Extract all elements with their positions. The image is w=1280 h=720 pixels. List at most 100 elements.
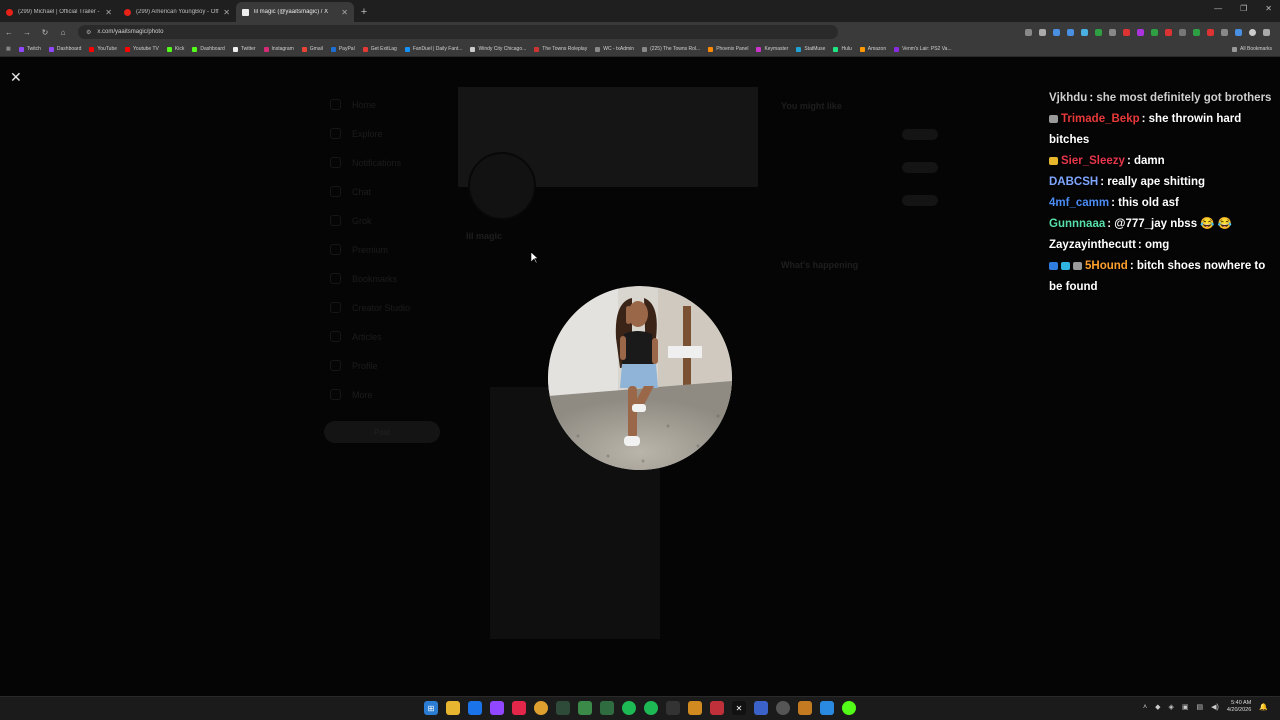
bookmark-item[interactable]: Gmail bbox=[301, 46, 323, 52]
follow-button[interactable] bbox=[902, 129, 938, 140]
address-bar[interactable]: ⚙ x.com/yaaitsmagic/photo bbox=[78, 25, 838, 39]
chat-icon[interactable] bbox=[330, 186, 341, 197]
tray-icon[interactable]: ▣ bbox=[1182, 703, 1189, 711]
nav-creator-studio[interactable]: Creator Studio bbox=[352, 303, 410, 313]
bookmark-item[interactable]: Instagram bbox=[263, 46, 294, 52]
premium-icon[interactable] bbox=[330, 244, 341, 255]
windows-start-icon[interactable]: ⊞ bbox=[424, 701, 438, 715]
app-icon[interactable] bbox=[622, 701, 636, 715]
close-tab-icon[interactable]: ✕ bbox=[105, 8, 112, 17]
app-icon[interactable] bbox=[578, 701, 592, 715]
bookmark-item[interactable]: Get ExitLag bbox=[362, 46, 397, 52]
browser-tab-active[interactable]: lil magic (@yaaitsmagic) / X ✕ bbox=[236, 2, 354, 22]
minimize-icon[interactable]: — bbox=[1214, 4, 1222, 13]
home-icon[interactable]: ⌂ bbox=[54, 28, 72, 37]
nav-more[interactable]: More bbox=[352, 390, 373, 400]
extension-icon[interactable] bbox=[1151, 28, 1158, 36]
all-bookmarks[interactable]: All Bookmarks bbox=[1232, 46, 1272, 52]
close-window-icon[interactable]: ✕ bbox=[1265, 4, 1272, 13]
grok-icon[interactable] bbox=[330, 215, 341, 226]
app-icon[interactable] bbox=[842, 701, 856, 715]
star-icon[interactable] bbox=[1039, 28, 1046, 36]
bookmark-item[interactable]: Kick bbox=[166, 46, 184, 52]
bookmark-item[interactable]: Twitter bbox=[232, 46, 256, 52]
app-icon[interactable] bbox=[600, 701, 614, 715]
extension-icon[interactable] bbox=[1053, 28, 1060, 36]
app-icon[interactable] bbox=[710, 701, 724, 715]
reload-icon[interactable]: ↻ bbox=[36, 28, 54, 37]
follow-button[interactable] bbox=[902, 195, 938, 206]
app-icon[interactable] bbox=[666, 701, 680, 715]
app-icon[interactable] bbox=[754, 701, 768, 715]
bookmark-item[interactable]: Twitch bbox=[18, 46, 41, 52]
extension-icon[interactable] bbox=[1207, 28, 1214, 36]
menu-icon[interactable] bbox=[1263, 28, 1270, 36]
nav-premium[interactable]: Premium bbox=[352, 245, 388, 255]
nav-chat[interactable]: Chat bbox=[352, 187, 371, 197]
nav-bookmarks[interactable]: Bookmarks bbox=[352, 274, 397, 284]
x-icon[interactable]: ✕ bbox=[732, 701, 746, 715]
maximize-icon[interactable]: ❐ bbox=[1240, 4, 1247, 13]
bookmark-item[interactable]: The Towns Roleplay bbox=[534, 46, 587, 52]
nav-articles[interactable]: Articles bbox=[352, 332, 382, 342]
volume-icon[interactable]: ◀) bbox=[1211, 703, 1219, 711]
search-icon[interactable] bbox=[330, 128, 341, 139]
new-tab-button[interactable]: + bbox=[354, 2, 374, 22]
bookmark-icon[interactable] bbox=[330, 273, 341, 284]
close-tab-icon[interactable]: ✕ bbox=[341, 8, 348, 17]
file-explorer-icon[interactable] bbox=[446, 701, 460, 715]
forward-icon[interactable]: → bbox=[18, 28, 36, 37]
browser-tab[interactable]: (299) American YoungBoy - Offi ✕ bbox=[118, 2, 236, 22]
extension-icon[interactable] bbox=[1165, 28, 1172, 36]
bell-icon[interactable] bbox=[330, 157, 341, 168]
nav-profile[interactable]: Profile bbox=[352, 361, 378, 371]
app-icon[interactable] bbox=[512, 701, 526, 715]
extension-icon[interactable] bbox=[1235, 28, 1242, 36]
store-icon[interactable] bbox=[468, 701, 482, 715]
more-icon[interactable] bbox=[330, 389, 341, 400]
nav-grok[interactable]: Grok bbox=[352, 216, 372, 226]
extension-icon[interactable] bbox=[1193, 28, 1200, 36]
bookmark-item[interactable]: YouTube bbox=[89, 46, 117, 52]
tray-icon[interactable]: ◈ bbox=[1168, 703, 1173, 711]
apps-icon[interactable]: ▦ bbox=[6, 46, 11, 52]
bookmark-item[interactable]: Youtube TV bbox=[125, 46, 159, 52]
bookmark-item[interactable]: Hulu bbox=[833, 46, 852, 52]
app-icon[interactable] bbox=[688, 701, 702, 715]
app-icon[interactable] bbox=[798, 701, 812, 715]
nav-notifications[interactable]: Notifications bbox=[352, 158, 401, 168]
extension-icon[interactable] bbox=[1095, 28, 1102, 36]
bookmark-item[interactable]: Keymaster bbox=[756, 46, 788, 52]
spotify-icon[interactable] bbox=[644, 701, 658, 715]
tray-icon[interactable]: ◆ bbox=[1155, 703, 1160, 711]
chevron-up-icon[interactable]: ˄ bbox=[1143, 704, 1147, 711]
bookmark-item[interactable]: FanDuel | Daily Fant... bbox=[404, 46, 462, 52]
close-icon[interactable]: ✕ bbox=[10, 69, 22, 86]
bookmark-item[interactable]: (225) The Towns Rol... bbox=[642, 46, 700, 52]
articles-icon[interactable] bbox=[330, 331, 341, 342]
bookmark-item[interactable]: Venm's Lair: PS2 Va... bbox=[894, 46, 952, 52]
app-icon[interactable] bbox=[820, 701, 834, 715]
follow-button[interactable] bbox=[902, 162, 938, 173]
twitch-icon[interactable] bbox=[490, 701, 504, 715]
bookmark-item[interactable]: StatMuse bbox=[796, 46, 825, 52]
profile-avatar-icon[interactable] bbox=[1249, 28, 1256, 36]
extension-icon[interactable] bbox=[1081, 28, 1088, 36]
extension-icon[interactable] bbox=[1179, 28, 1186, 36]
bookmark-item[interactable]: WC - txAdmin bbox=[595, 46, 634, 52]
site-info-icon[interactable]: ⚙ bbox=[86, 29, 91, 36]
creator-studio-icon[interactable] bbox=[330, 302, 341, 313]
extension-icon[interactable] bbox=[1123, 28, 1130, 36]
app-icon[interactable] bbox=[776, 701, 790, 715]
bookmark-item[interactable]: Dashboard bbox=[192, 46, 225, 52]
bookmark-item[interactable]: Dashboard bbox=[48, 46, 81, 52]
bookmark-item[interactable]: Windy City Chicago... bbox=[470, 46, 526, 52]
bookmark-item[interactable]: PayPal bbox=[330, 46, 355, 52]
notification-bell-icon[interactable]: 🔔 bbox=[1259, 703, 1268, 711]
nav-home[interactable]: Home bbox=[352, 100, 376, 110]
bookmark-item[interactable]: Phoenix Panel bbox=[708, 46, 748, 52]
browser-tab[interactable]: (299) Michael | Official Trailer - ✕ bbox=[0, 2, 118, 22]
extension-icon[interactable] bbox=[1025, 28, 1032, 36]
extension-icon[interactable] bbox=[1137, 28, 1144, 36]
post-button[interactable]: Post bbox=[324, 421, 440, 443]
